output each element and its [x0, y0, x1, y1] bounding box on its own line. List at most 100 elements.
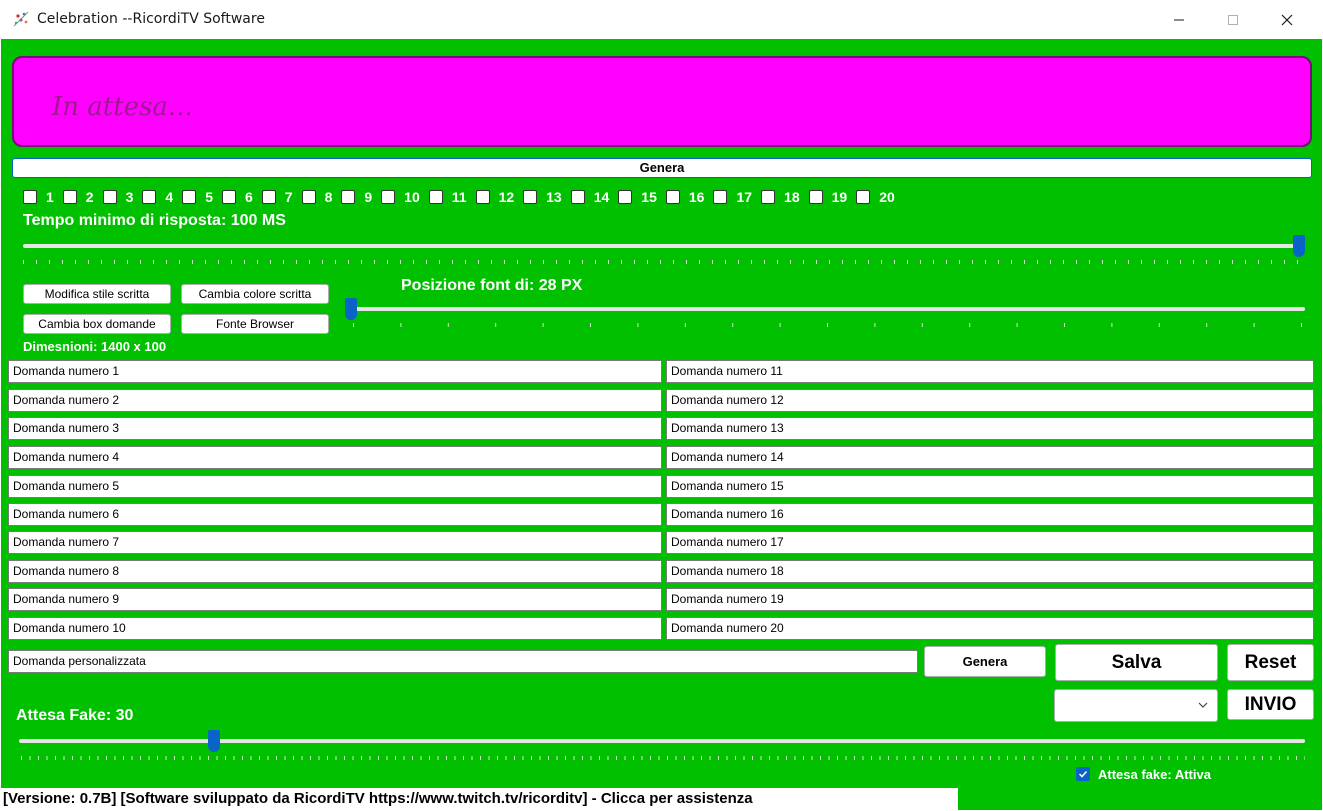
cambia-colore-button[interactable]: Cambia colore scritta [181, 284, 329, 304]
question-field-16[interactable]: Domanda numero 16 [666, 503, 1314, 526]
checkbox-box[interactable] [713, 190, 728, 204]
question-field-3[interactable]: Domanda numero 3 [8, 417, 662, 440]
question-field-1[interactable]: Domanda numero 1 [8, 360, 662, 383]
posizione-slider-thumb[interactable] [345, 298, 357, 320]
checkbox-box[interactable] [142, 190, 157, 204]
checkbox-box[interactable] [808, 190, 823, 204]
answer-dropdown[interactable] [1054, 689, 1218, 722]
modifica-stile-button[interactable]: Modifica stile scritta [23, 284, 171, 304]
question-checkbox-18[interactable]: 18 [761, 189, 800, 205]
question-field-6[interactable]: Domanda numero 6 [8, 503, 662, 526]
question-field-19[interactable]: Domanda numero 19 [666, 588, 1314, 611]
question-checkbox-19[interactable]: 19 [808, 189, 847, 205]
question-checkbox-16[interactable]: 16 [665, 189, 705, 205]
question-field-9[interactable]: Domanda numero 9 [8, 588, 662, 611]
checkbox-box[interactable] [102, 190, 117, 204]
checkbox-box[interactable] [182, 190, 197, 204]
checkbox-box[interactable] [618, 190, 633, 204]
checkbox-label: 6 [244, 189, 253, 205]
question-checkbox-12[interactable]: 12 [475, 189, 515, 205]
question-checkbox-10[interactable]: 10 [381, 189, 420, 205]
question-checkbox-6[interactable]: 6 [221, 189, 253, 205]
tempo-slider-thumb[interactable] [1293, 235, 1305, 257]
checkbox-label: 13 [546, 189, 562, 205]
question-checkbox-5[interactable]: 5 [182, 189, 213, 205]
question-checkbox-8[interactable]: 8 [301, 189, 333, 205]
genera-button[interactable]: Genera [924, 646, 1046, 677]
fonte-browser-button[interactable]: Fonte Browser [181, 314, 329, 334]
checkbox-box[interactable] [23, 190, 37, 204]
checkbox-box[interactable] [523, 190, 538, 204]
question-field-14[interactable]: Domanda numero 14 [666, 446, 1314, 469]
question-field-2[interactable]: Domanda numero 2 [8, 389, 662, 412]
checkbox-box[interactable] [221, 190, 236, 204]
question-field-13[interactable]: Domanda numero 13 [666, 417, 1314, 440]
checkbox-box[interactable] [761, 190, 776, 204]
attesa-fake-checkbox[interactable] [1076, 767, 1090, 781]
checkbox-box[interactable] [475, 190, 490, 204]
checkbox-label: 8 [324, 189, 333, 205]
checkbox-label: 15 [641, 189, 657, 205]
minimize-icon [1174, 19, 1184, 20]
close-button[interactable] [1260, 0, 1314, 39]
question-checkbox-15[interactable]: 15 [618, 189, 657, 205]
attesa-fake-slider-thumb[interactable] [207, 730, 220, 752]
title-bar: Celebration --RicordiTV Software [0, 0, 1323, 39]
question-field-5[interactable]: Domanda numero 5 [8, 475, 662, 498]
checkbox-box[interactable] [301, 190, 316, 204]
question-checkbox-13[interactable]: 13 [523, 189, 562, 205]
checkbox-box[interactable] [570, 190, 585, 204]
checkbox-box[interactable] [341, 190, 356, 204]
question-checkbox-4[interactable]: 4 [142, 189, 173, 205]
question-checkbox-2[interactable]: 2 [62, 189, 94, 205]
salva-button[interactable]: Salva [1055, 644, 1218, 681]
question-checkbox-9[interactable]: 9 [341, 189, 372, 205]
checkbox-box[interactable] [428, 190, 443, 204]
attesa-fake-label: Attesa Fake: 30 [16, 707, 134, 724]
reset-button[interactable]: Reset [1227, 644, 1314, 681]
question-checkbox-20[interactable]: 20 [856, 189, 895, 205]
checkbox-box[interactable] [665, 190, 680, 204]
question-field-17[interactable]: Domanda numero 17 [666, 531, 1314, 554]
chevron-down-icon [1198, 702, 1208, 708]
question-field-12[interactable]: Domanda numero 12 [666, 389, 1314, 412]
posizione-slider-ticks [353, 323, 1303, 327]
custom-question-input[interactable]: Domanda personalizzata [8, 650, 918, 673]
app-client-area: In attesa... Genera 1 2 3 4 5 6 7 8 9 10 11 12 13 14 1… [1, 39, 1322, 810]
checkbox-label: 4 [165, 189, 174, 205]
question-field-10[interactable]: Domanda numero 10 [8, 617, 662, 640]
question-field-11[interactable]: Domanda numero 11 [666, 360, 1314, 383]
checkbox-label: 3 [125, 189, 134, 205]
question-field-7[interactable]: Domanda numero 7 [8, 531, 662, 554]
maximize-button[interactable] [1206, 0, 1260, 39]
status-link[interactable]: [Versione: 0.7B] [Software sviluppato da… [1, 788, 958, 810]
question-field-18[interactable]: Domanda numero 18 [666, 560, 1314, 583]
checkbox-label: 16 [688, 189, 705, 205]
question-checkbox-3[interactable]: 3 [102, 189, 134, 205]
question-checkbox-11[interactable]: 11 [428, 189, 467, 205]
checkbox-box[interactable] [261, 190, 276, 204]
invio-button[interactable]: INVIO [1227, 689, 1314, 720]
checkbox-label: 18 [784, 189, 800, 205]
cambia-box-button[interactable]: Cambia box domande [23, 314, 171, 334]
question-checkbox-1[interactable]: 1 [23, 189, 54, 205]
question-checkbox-row: 1 2 3 4 5 6 7 8 9 10 11 12 13 14 15 16 17 18 19 20 [23, 187, 904, 207]
checkbox-box[interactable] [856, 190, 871, 204]
question-field-15[interactable]: Domanda numero 15 [666, 475, 1314, 498]
posizione-label: Posizione font di: 28 PX [401, 277, 583, 294]
checkbox-label: 14 [593, 189, 610, 205]
question-field-8[interactable]: Domanda numero 8 [8, 560, 662, 583]
question-checkbox-14[interactable]: 14 [570, 189, 610, 205]
question-field-20[interactable]: Domanda numero 20 [666, 617, 1314, 640]
dimensioni-label: Dimesnioni: 1400 x 100 [23, 339, 167, 354]
question-checkbox-17[interactable]: 17 [713, 189, 752, 205]
genera-top-button[interactable]: Genera [12, 158, 1312, 178]
question-field-4[interactable]: Domanda numero 4 [8, 446, 662, 469]
checkbox-label: 12 [498, 189, 515, 205]
checkbox-label: 10 [404, 189, 420, 205]
checkbox-box[interactable] [62, 190, 77, 204]
minimize-button[interactable] [1152, 0, 1206, 39]
checkbox-label: 20 [879, 189, 895, 205]
checkbox-box[interactable] [381, 190, 396, 204]
question-checkbox-7[interactable]: 7 [261, 189, 293, 205]
